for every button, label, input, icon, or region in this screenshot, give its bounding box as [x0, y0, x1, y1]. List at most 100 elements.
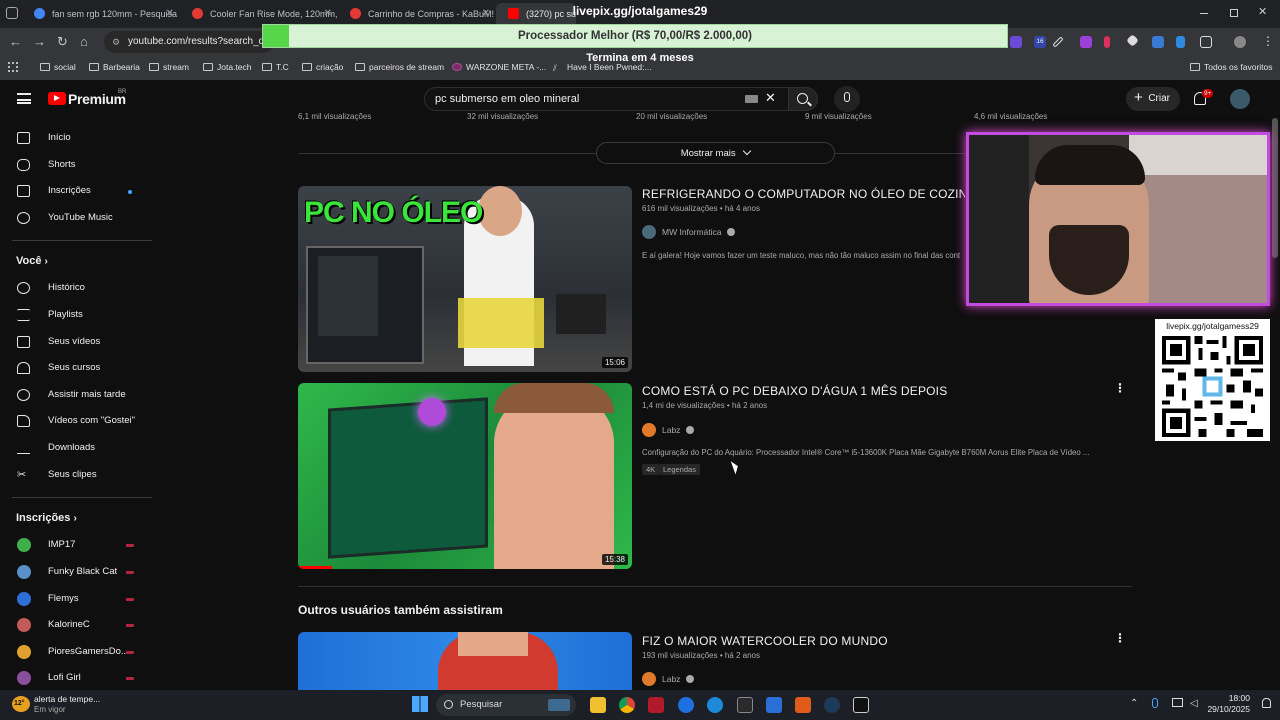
download-icon[interactable]: [1176, 36, 1185, 48]
extension-icon[interactable]: [1104, 36, 1110, 48]
chrome-icon[interactable]: [619, 697, 635, 713]
tab-strip-menu-icon[interactable]: [6, 7, 18, 19]
close-tab-icon[interactable]: ✕: [324, 3, 332, 25]
app-icon[interactable]: [678, 697, 694, 713]
clock-time[interactable]: 18:00: [1210, 693, 1250, 703]
tray-overflow-icon[interactable]: ⌃: [1130, 698, 1138, 709]
your-videos-icon: [17, 336, 30, 348]
sidebar-subscription[interactable]: Lofi Girl: [0, 667, 152, 689]
video-title[interactable]: COMO ESTÁ O PC DEBAIXO D'ÁGUA 1 MÊS DEPO…: [642, 384, 947, 398]
app-icon[interactable]: [795, 697, 811, 713]
search-input[interactable]: pc submerso em oleo mineral ✕: [424, 87, 788, 111]
apps-grid-icon[interactable]: [8, 62, 18, 72]
tray-mic-icon[interactable]: [1152, 698, 1158, 708]
edge-icon[interactable]: [707, 697, 723, 713]
browser-tab[interactable]: Cooler Fan Rise Mode, 120mm, ✕: [180, 3, 338, 25]
bookmark-folder[interactable]: Jota.tech: [203, 62, 252, 72]
sidebar-subscription[interactable]: IMP17: [0, 534, 152, 556]
site-info-icon[interactable]: ⚙: [112, 31, 120, 53]
notifications-icon[interactable]: [1262, 698, 1271, 708]
profile-icon[interactable]: [1234, 36, 1246, 48]
extension-icon[interactable]: [1080, 36, 1092, 48]
epic-games-icon[interactable]: [737, 697, 753, 713]
sidebar-item-youtube-music[interactable]: YouTube Music: [0, 207, 152, 229]
bookmark-folder[interactable]: parceiros de stream: [355, 62, 444, 72]
sidebar-item-shorts[interactable]: Shorts: [0, 154, 152, 176]
minimize-icon[interactable]: [1200, 13, 1208, 14]
video-meta: 1,4 mi de visualizações • há 2 anos: [642, 401, 768, 410]
bookmark-folder[interactable]: Barbearia: [89, 62, 140, 72]
bookmark-folder[interactable]: stream: [149, 62, 189, 72]
channel-link[interactable]: MW Informática: [642, 225, 735, 239]
close-tab-icon[interactable]: ✕: [482, 3, 490, 25]
app-icon[interactable]: [766, 697, 782, 713]
video-thumbnail[interactable]: PC NO ÓLEO 15:06: [298, 186, 632, 372]
maximize-icon[interactable]: [1230, 9, 1238, 17]
sidebar-section-subscriptions[interactable]: Inscrições ›: [16, 512, 77, 524]
hamburger-menu-icon[interactable]: [17, 93, 31, 104]
voice-search-button[interactable]: [834, 86, 860, 112]
sidebar-item-subscriptions[interactable]: Inscrições: [0, 180, 152, 202]
url-field[interactable]: ⚙ youtube.com/results?search_que: [104, 31, 274, 53]
weather-widget[interactable]: 12° alerta de tempe... Em vigor: [10, 692, 130, 718]
sidebar-item-home[interactable]: Início: [0, 127, 152, 149]
forward-icon[interactable]: →: [33, 34, 46, 49]
clock-date[interactable]: 29/10/2025: [1200, 704, 1250, 714]
search-button[interactable]: [788, 87, 818, 111]
channel-link[interactable]: Labz: [642, 672, 694, 686]
steam-icon[interactable]: [824, 697, 840, 713]
keyboard-icon[interactable]: [745, 95, 758, 103]
tray-network-icon[interactable]: [1172, 698, 1183, 707]
browser-tab[interactable]: Carrinho de Compras - KaBuM! ✕: [338, 3, 496, 25]
battlefield-icon[interactable]: [853, 697, 869, 713]
clear-search-icon[interactable]: ✕: [765, 87, 776, 109]
bookmark-link[interactable]: WARZONE META -...: [452, 62, 546, 72]
create-button[interactable]: + Criar: [1126, 87, 1180, 111]
file-explorer-icon[interactable]: [590, 697, 606, 713]
video-thumbnail[interactable]: [298, 632, 632, 690]
extension-icon[interactable]: [1010, 36, 1022, 48]
close-window-icon[interactable]: ✕: [1258, 5, 1267, 18]
video-title[interactable]: REFRIGERANDO O COMPUTADOR NO ÓLEO DE COZ…: [642, 187, 965, 201]
sidebar-item-history[interactable]: Histórico: [0, 277, 152, 299]
app-icon[interactable]: [648, 697, 664, 713]
more-actions-icon[interactable]: ⋮: [1114, 631, 1126, 645]
channel-link[interactable]: Labz: [642, 423, 694, 437]
tray-volume-icon[interactable]: ◁: [1190, 698, 1198, 709]
sidebar-subscription[interactable]: PioresGamersDo...: [0, 641, 152, 663]
close-tab-icon[interactable]: ✕: [166, 3, 174, 25]
sidebar-item-your-videos[interactable]: Seus vídeos: [0, 331, 152, 353]
video-thumbnail[interactable]: 15:38: [298, 383, 632, 569]
bookmark-folder[interactable]: social: [40, 62, 76, 72]
taskbar-search[interactable]: Pesquisar: [436, 694, 576, 716]
reload-icon[interactable]: ↻: [57, 34, 68, 50]
translate-icon[interactable]: [1152, 36, 1164, 48]
more-actions-icon[interactable]: ⋮: [1114, 381, 1126, 395]
sidebar-subscription[interactable]: KalorineC: [0, 614, 152, 636]
sidebar-item-watch-later[interactable]: Assistir mais tarde: [0, 384, 152, 406]
sidebar-item-liked-videos[interactable]: Vídeos com "Gostei": [0, 410, 152, 432]
video-title[interactable]: FIZ O MAIOR WATERCOOLER DO MUNDO: [642, 634, 888, 648]
sidebar-item-playlists[interactable]: Playlists: [0, 304, 152, 326]
browser-menu-icon[interactable]: ⋮: [1262, 34, 1274, 48]
home-icon[interactable]: ⌂: [80, 34, 88, 49]
sidebar-item-clips[interactable]: ✂ Seus clipes: [0, 464, 152, 486]
back-icon[interactable]: ←: [9, 34, 22, 49]
windows-start-icon[interactable]: [412, 696, 428, 712]
sidebar-item-downloads[interactable]: Downloads: [0, 437, 152, 459]
sidebar-section-voce[interactable]: Você ›: [16, 255, 48, 267]
sidebar-subscription[interactable]: Funky Black Cat: [0, 561, 152, 583]
bookmark-folder[interactable]: T.C: [262, 62, 289, 72]
youtube-logo[interactable]: [48, 92, 66, 105]
browser-tab[interactable]: fan sem rgb 120mm - Pesquisa ✕: [22, 3, 180, 25]
sidebar-item-courses[interactable]: Seus cursos: [0, 357, 152, 379]
search-icon: [444, 700, 453, 709]
extensions-puzzle-icon[interactable]: [1200, 36, 1212, 48]
page-scrollbar[interactable]: [1272, 118, 1278, 258]
extension-badge-icon[interactable]: 16: [1034, 36, 1046, 48]
sidebar-subscription[interactable]: Flemys: [0, 588, 152, 610]
bookmark-folder[interactable]: criação: [302, 62, 343, 72]
all-bookmarks[interactable]: Todos os favoritos: [1190, 62, 1273, 72]
show-more-button[interactable]: Mostrar mais: [596, 142, 835, 164]
account-avatar[interactable]: [1230, 89, 1250, 109]
